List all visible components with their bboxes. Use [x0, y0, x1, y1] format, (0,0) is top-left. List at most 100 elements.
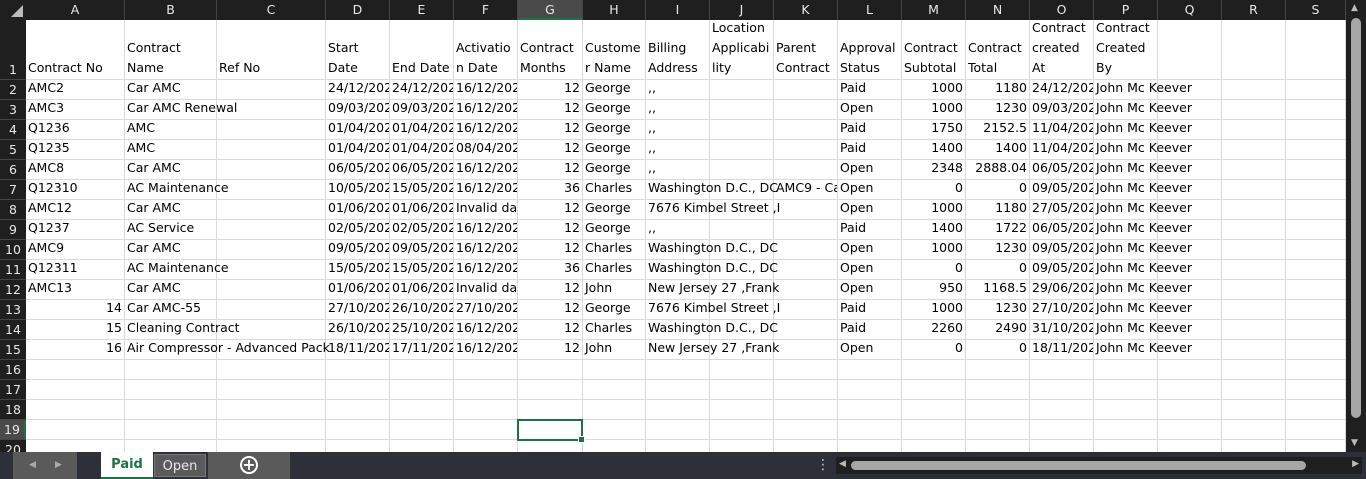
cell-L18[interactable]	[838, 400, 902, 420]
cell-S8[interactable]	[1286, 200, 1346, 220]
cell-O8[interactable]: 27/05/202	[1030, 200, 1094, 220]
cell-G20[interactable]	[518, 440, 583, 452]
row-header-14[interactable]: 14	[0, 320, 26, 340]
row-header-6[interactable]: 6	[0, 160, 26, 180]
cell-G2[interactable]: 12	[518, 80, 583, 100]
cell-I19[interactable]	[646, 420, 710, 440]
header-cell[interactable]: Start Date	[326, 20, 390, 80]
scroll-left-icon[interactable]: ◀	[839, 459, 846, 469]
cell-I13[interactable]: 7676 Kimbel Street ,I	[646, 300, 780, 320]
cell-S12[interactable]	[1286, 280, 1346, 300]
cell-J2[interactable]	[710, 80, 774, 100]
cell-M17[interactable]	[902, 380, 966, 400]
cell-R16[interactable]	[1222, 360, 1286, 380]
row-header-19[interactable]: 19	[0, 420, 26, 440]
cell-S18[interactable]	[1286, 400, 1346, 420]
cell-O5[interactable]: 11/04/202	[1030, 140, 1094, 160]
cell-K11[interactable]	[774, 260, 838, 280]
cell-N20[interactable]	[966, 440, 1030, 452]
cell-O4[interactable]: 11/04/202	[1030, 120, 1094, 140]
column-header-Q[interactable]: Q	[1158, 0, 1222, 20]
cell-L20[interactable]	[838, 440, 902, 452]
cell-B14[interactable]: Cleaning Contract	[125, 320, 240, 340]
prev-sheet-icon[interactable]: ◀	[29, 460, 36, 470]
column-header-G[interactable]: G	[518, 0, 583, 20]
cell-E10[interactable]: 09/05/202	[390, 240, 454, 260]
cell-M8[interactable]: 1000	[902, 200, 966, 220]
cell-H11[interactable]: Charles	[583, 260, 646, 280]
cell-H12[interactable]: John	[583, 280, 646, 300]
cell-P9[interactable]: John Mc Keever	[1094, 220, 1192, 240]
cell-M9[interactable]: 1400	[902, 220, 966, 240]
cell-K9[interactable]	[774, 220, 838, 240]
cell-B5[interactable]: AMC	[125, 140, 217, 160]
cell-P19[interactable]	[1094, 420, 1158, 440]
cell-A2[interactable]: AMC2	[26, 80, 125, 100]
cell-L5[interactable]: Paid	[838, 140, 902, 160]
cell-I12[interactable]: New Jersey 27 ,Frank	[646, 280, 779, 300]
cell-D17[interactable]	[326, 380, 390, 400]
cell-A4[interactable]: Q1236	[26, 120, 125, 140]
cell-C20[interactable]	[217, 440, 326, 452]
cell-I15[interactable]: New Jersey 27 ,Frank	[646, 340, 779, 360]
cell-K16[interactable]	[774, 360, 838, 380]
cell-F12[interactable]: Invalid da	[454, 280, 518, 300]
cell-L9[interactable]: Paid	[838, 220, 902, 240]
column-header-C[interactable]: C	[217, 0, 326, 20]
cell-B3[interactable]: Car AMC Renewal	[125, 100, 237, 120]
cell-C11[interactable]	[217, 260, 326, 280]
cell-M10[interactable]: 1000	[902, 240, 966, 260]
cell-G15[interactable]: 12	[518, 340, 583, 360]
cell-G4[interactable]: 12	[518, 120, 583, 140]
cell-F2[interactable]: 16/12/202	[454, 80, 518, 100]
cell-D3[interactable]: 09/03/202	[326, 100, 390, 120]
cell-A17[interactable]	[26, 380, 125, 400]
cell-P4[interactable]: John Mc Keever	[1094, 120, 1192, 140]
cell-S4[interactable]	[1286, 120, 1346, 140]
cell-I16[interactable]	[646, 360, 710, 380]
scroll-down-icon[interactable]: ▼	[1351, 438, 1358, 448]
cell-H8[interactable]: George	[583, 200, 646, 220]
row-header-16[interactable]: 16	[0, 360, 26, 380]
cell-R14[interactable]	[1222, 320, 1286, 340]
header-cell[interactable]: Location Applicabi lity	[710, 20, 774, 80]
cell-H2[interactable]: George	[583, 80, 646, 100]
cell-E3[interactable]: 09/03/202	[390, 100, 454, 120]
cell-C19[interactable]	[217, 420, 326, 440]
cell-D5[interactable]: 01/04/202	[326, 140, 390, 160]
cell-K7[interactable]: AMC9 - Ca	[774, 180, 838, 200]
cell-B18[interactable]	[125, 400, 217, 420]
cell-O18[interactable]	[1030, 400, 1094, 420]
column-header-O[interactable]: O	[1030, 0, 1094, 20]
cell-F7[interactable]: 16/12/202	[454, 180, 518, 200]
cell-I6[interactable]: ,,	[646, 160, 710, 180]
cell-A16[interactable]	[26, 360, 125, 380]
cell-H10[interactable]: Charles	[583, 240, 646, 260]
row-header-17[interactable]: 17	[0, 380, 26, 400]
cell-O7[interactable]: 09/05/202	[1030, 180, 1094, 200]
cell-B17[interactable]	[125, 380, 217, 400]
row-header-15[interactable]: 15	[0, 340, 26, 360]
cell-B13[interactable]: Car AMC-55	[125, 300, 217, 320]
cell-S3[interactable]	[1286, 100, 1346, 120]
cell-M18[interactable]	[902, 400, 966, 420]
header-cell[interactable]: Contract Subtotal	[902, 20, 966, 80]
cell-G13[interactable]: 12	[518, 300, 583, 320]
cell-M20[interactable]	[902, 440, 966, 452]
cell-D4[interactable]: 01/04/202	[326, 120, 390, 140]
cell-M13[interactable]: 1000	[902, 300, 966, 320]
cell-M7[interactable]: 0	[902, 180, 966, 200]
sheet-tab-open[interactable]: Open	[154, 454, 206, 477]
cell-D19[interactable]	[326, 420, 390, 440]
cell-G18[interactable]	[518, 400, 583, 420]
cell-P3[interactable]: John Mc Keever	[1094, 100, 1192, 120]
column-header-P[interactable]: P	[1094, 0, 1158, 20]
cell-B11[interactable]: AC Maintenance	[125, 260, 229, 280]
cell-Q20[interactable]	[1158, 440, 1222, 452]
cell-K14[interactable]	[774, 320, 838, 340]
row-header-2[interactable]: 2	[0, 80, 26, 100]
cell-S14[interactable]	[1286, 320, 1346, 340]
horizontal-scrollbar[interactable]: ◀ ▶	[836, 457, 1362, 474]
cell-H9[interactable]: George	[583, 220, 646, 240]
cell-P16[interactable]	[1094, 360, 1158, 380]
